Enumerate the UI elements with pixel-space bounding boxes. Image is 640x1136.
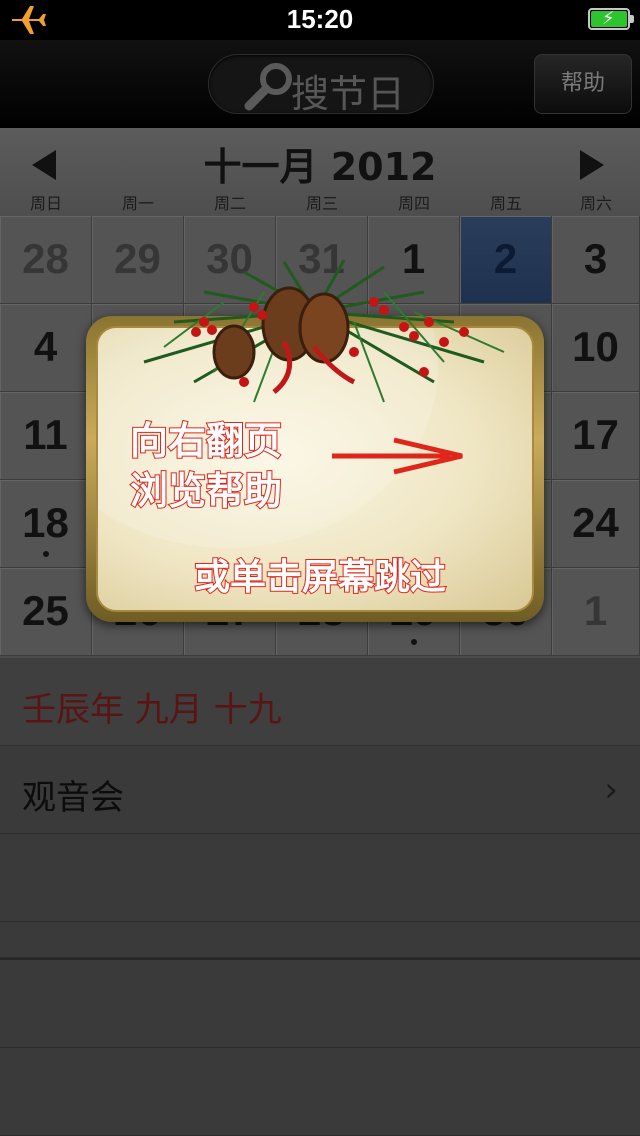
festival-row[interactable]: 观音会 › <box>0 746 640 834</box>
list-row-empty <box>0 922 640 958</box>
list-row-empty <box>0 960 640 1048</box>
calendar-day-cell[interactable]: 4 <box>0 304 92 392</box>
search-festival-button[interactable]: 搜节日 <box>208 54 434 116</box>
status-bar: 15:20 ⚡ <box>0 0 640 40</box>
calendar-day-cell[interactable]: 3 <box>552 216 640 304</box>
list-row-empty <box>0 834 640 922</box>
calendar-day-number: 25 <box>22 587 69 634</box>
lunar-date-row: 壬辰年 九月 十九 <box>0 658 640 746</box>
calendar-day-number: 24 <box>572 499 619 546</box>
status-time: 15:20 <box>286 4 354 34</box>
search-button-label: 搜节日 <box>291 72 406 116</box>
christmas-garland-icon <box>143 259 505 403</box>
calendar-header: 十一月 2012 周日 周一 周二 周三 周四 周五 周六 <box>0 128 640 216</box>
calendar-day-number: 3 <box>583 235 608 282</box>
help-overlay[interactable]: 向右翻页 浏览帮助 或单击屏幕跳过 <box>84 252 546 624</box>
help-button[interactable]: 帮助 <box>534 54 632 114</box>
calendar-day-cell[interactable]: 18 <box>0 480 92 568</box>
month-title: 十一月 2012 <box>203 145 437 189</box>
overlay-hint-line-3: 或单击屏幕跳过 <box>193 556 447 599</box>
lunar-date: 壬辰年 九月 十九 <box>22 690 282 730</box>
weekday-label: 周二 <box>213 194 246 213</box>
event-dot-icon <box>410 639 417 645</box>
calendar-day-number: 18 <box>22 499 69 546</box>
arrow-right-icon <box>332 437 463 475</box>
weekday-label: 周三 <box>305 194 338 213</box>
list-row-empty <box>0 1048 640 1136</box>
overlay-hint-line-2: 浏览帮助 <box>129 468 283 514</box>
calendar-day-number: 11 <box>23 411 68 458</box>
weekday-label: 周日 <box>29 194 62 213</box>
calendar-day-number: 17 <box>572 411 619 458</box>
calendar-day-number: 10 <box>572 323 619 370</box>
calendar-day-number: 1 <box>583 587 608 634</box>
weekday-label: 周六 <box>579 194 612 213</box>
next-month-arrow-icon[interactable] <box>580 150 604 180</box>
battery-icon: ⚡ <box>588 8 634 30</box>
calendar-day-number: 4 <box>33 323 58 370</box>
calendar-day-cell[interactable]: 1 <box>552 568 640 656</box>
festival-label: 观音会 <box>22 778 124 818</box>
calendar-day-cell[interactable]: 17 <box>552 392 640 480</box>
chevron-right-icon: › <box>604 770 618 810</box>
weekday-label: 周四 <box>397 194 430 213</box>
calendar-day-cell[interactable]: 10 <box>552 304 640 392</box>
calendar-day-cell[interactable]: 28 <box>0 216 92 304</box>
calendar-day-cell[interactable]: 25 <box>0 568 92 656</box>
weekday-header: 周日 周一 周二 周三 周四 周五 周六 <box>0 190 640 216</box>
calendar-day-cell[interactable]: 24 <box>552 480 640 568</box>
calendar-day-number: 28 <box>22 235 69 282</box>
weekday-label: 周一 <box>121 194 154 213</box>
calendar-day-cell[interactable]: 11 <box>0 392 92 480</box>
overlay-hint-line-1: 向右翻页 <box>129 418 283 464</box>
nav-bar: 搜节日 帮助 <box>0 40 640 128</box>
event-dot-icon <box>42 551 49 557</box>
weekday-label: 周五 <box>489 194 522 213</box>
